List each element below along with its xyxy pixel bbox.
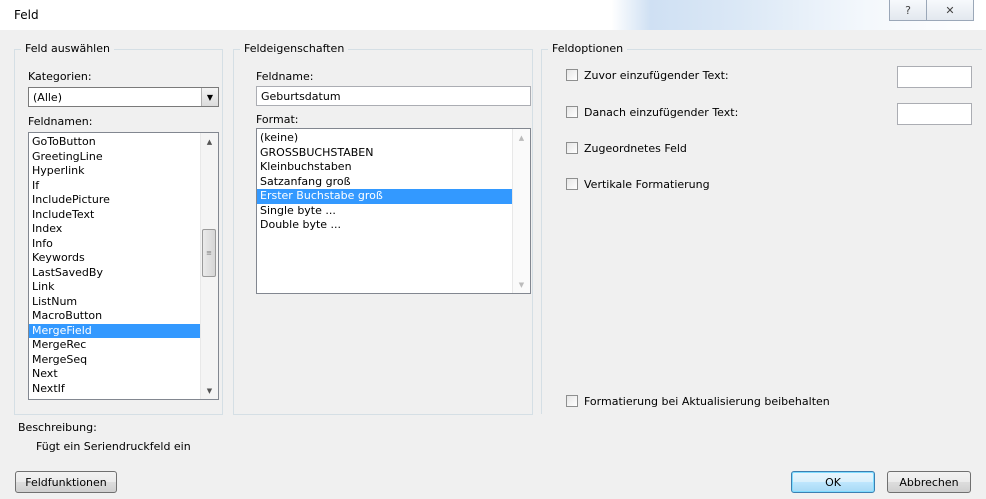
feldname-list-item[interactable]: IncludeText xyxy=(29,208,201,223)
feldname-list-item[interactable]: IncludePicture xyxy=(29,193,201,208)
format-list-item[interactable]: Double byte ... xyxy=(257,218,513,233)
vertikale-formatierung-label: Vertikale Formatierung xyxy=(584,178,710,191)
feldname-list-item[interactable]: GreetingLine xyxy=(29,150,201,165)
abbrechen-button[interactable]: Abbrechen xyxy=(887,471,971,493)
feldname-list-item[interactable]: ListNum xyxy=(29,295,201,310)
chevron-down-icon[interactable]: ▼ xyxy=(201,88,218,106)
feldname-list-item[interactable]: NextIf xyxy=(29,382,201,397)
feldname-list-item[interactable]: Link xyxy=(29,280,201,295)
feldname-list-item[interactable]: Next xyxy=(29,367,201,382)
beschreibung-label: Beschreibung: xyxy=(18,421,97,434)
feld-auswaehlen-title: Feld auswählen xyxy=(21,42,114,55)
danach-label: Danach einzufügender Text: xyxy=(584,106,739,119)
window-title: Feld xyxy=(14,8,39,22)
format-list-item[interactable]: Erster Buchstabe groß xyxy=(257,189,513,204)
ok-button[interactable]: OK xyxy=(791,471,875,493)
formatierung-beibehalten-label: Formatierung bei Aktualisierung beibehal… xyxy=(584,395,830,408)
feldnamen-list[interactable]: GoToButton GreetingLine Hyperlink If Include… xyxy=(28,132,219,400)
zugeordnetes-feld-checkbox[interactable] xyxy=(566,142,578,154)
beschreibung-text: Fügt ein Seriendruckfeld ein xyxy=(36,440,191,453)
format-label: Format: xyxy=(256,113,299,126)
feldname-label: Feldname: xyxy=(256,70,314,83)
help-icon: ? xyxy=(905,3,911,17)
feldoptionen-title: Feldoptionen xyxy=(548,42,628,55)
scroll-up-icon[interactable]: ▲ xyxy=(201,133,218,150)
feldname-list-item[interactable]: GoToButton xyxy=(29,135,201,150)
danach-input[interactable] xyxy=(897,103,972,125)
scroll-down-icon[interactable]: ▼ xyxy=(513,276,530,293)
feldname-list-item[interactable]: Hyperlink xyxy=(29,164,201,179)
feldname-list-item[interactable]: LastSavedBy xyxy=(29,266,201,281)
scroll-up-icon[interactable]: ▲ xyxy=(513,129,530,146)
feldeigenschaften-title: Feldeigenschaften xyxy=(240,42,349,55)
format-list[interactable]: (keine) GROSSBUCHSTABEN Kleinbuchstaben Sat… xyxy=(256,128,531,294)
zuvor-input[interactable] xyxy=(897,66,972,88)
close-button[interactable]: ✕ xyxy=(926,0,974,21)
format-list-item[interactable]: (keine) xyxy=(257,131,513,146)
feldname-value: Geburtsdatum xyxy=(261,90,341,103)
kategorien-dropdown[interactable]: (Alle) ▼ xyxy=(28,87,219,107)
feldfunktionen-button[interactable]: Feldfunktionen xyxy=(15,471,117,493)
format-list-item[interactable]: Satzanfang groß xyxy=(257,175,513,190)
scroll-down-icon[interactable]: ▼ xyxy=(201,382,218,399)
feldname-list-item[interactable]: MergeField xyxy=(29,323,201,338)
feldname-list-item[interactable]: MacroButton xyxy=(29,309,201,324)
feldnamen-label: Feldnamen: xyxy=(28,115,93,128)
feldname-input[interactable]: Geburtsdatum xyxy=(256,86,531,106)
feldname-list-item[interactable]: Keywords xyxy=(29,251,201,266)
feldname-list-item[interactable]: MergeRec xyxy=(29,338,201,353)
zuvor-checkbox[interactable] xyxy=(566,69,578,81)
feldname-list-item[interactable]: MergeSeq xyxy=(29,353,201,368)
feldname-list-item[interactable]: If xyxy=(29,179,201,194)
formatierung-beibehalten-checkbox[interactable] xyxy=(566,395,578,407)
feldname-list-item[interactable]: Index xyxy=(29,222,201,237)
feldname-list-item[interactable]: Info xyxy=(29,237,201,252)
zuvor-label: Zuvor einzufügender Text: xyxy=(584,69,729,82)
danach-checkbox[interactable] xyxy=(566,106,578,118)
feldnamen-scrollbar[interactable]: ▲ ≡ ▼ xyxy=(200,133,218,399)
title-bar: Feld ? ✕ xyxy=(0,0,986,30)
format-list-item[interactable]: GROSSBUCHSTABEN xyxy=(257,146,513,161)
kategorien-label: Kategorien: xyxy=(28,70,92,83)
scroll-thumb[interactable]: ≡ xyxy=(202,229,216,277)
help-button[interactable]: ? xyxy=(889,0,927,21)
format-scrollbar[interactable]: ▲ ▼ xyxy=(512,129,530,293)
format-list-item[interactable]: Kleinbuchstaben xyxy=(257,160,513,175)
format-list-item[interactable]: Single byte ... xyxy=(257,204,513,219)
close-icon: ✕ xyxy=(945,3,955,17)
kategorien-value: (Alle) xyxy=(33,91,62,104)
zugeordnetes-feld-label: Zugeordnetes Feld xyxy=(584,142,687,155)
vertikale-formatierung-checkbox[interactable] xyxy=(566,178,578,190)
